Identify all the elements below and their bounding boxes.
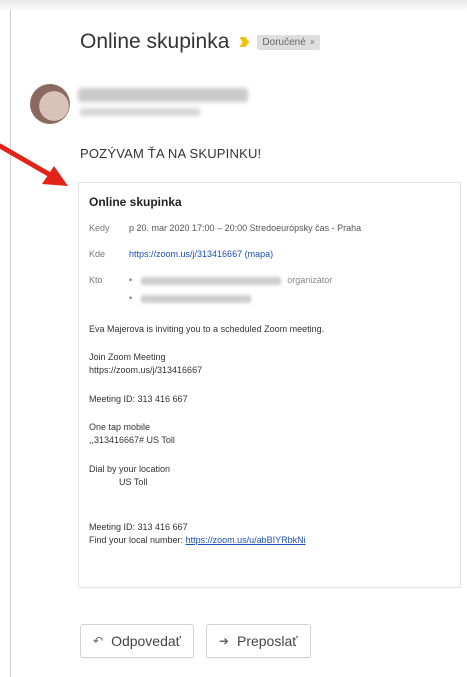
one-tap-number: ,,313416667# US Toll xyxy=(89,435,175,445)
red-arrow-annotation xyxy=(0,143,68,186)
guest-bullet: • xyxy=(129,275,133,285)
organizer-email-redacted xyxy=(140,276,281,285)
reply-label: Odpovedať xyxy=(111,633,181,649)
top-shadow xyxy=(0,0,467,12)
sender-name-redacted xyxy=(78,88,248,102)
label-chip-text: Doručené xyxy=(262,36,306,48)
label-chip-inbox[interactable]: Doručené × xyxy=(257,34,321,50)
forward-icon: ➜ xyxy=(218,634,229,648)
sender-avatar[interactable] xyxy=(30,84,70,124)
local-number-row: Find your local number: https://zoom.us/… xyxy=(89,534,306,547)
action-buttons: ↶ Odpovedať ➜ Preposlať xyxy=(80,624,311,658)
event-zoom-link[interactable]: https://zoom.us/j/313416667 xyxy=(129,249,242,259)
meeting-id-2: Meeting ID: 313 416 667 xyxy=(89,522,188,532)
event-when-row: Kedy p 20. mar 2020 17:00 – 20:00 Stredo… xyxy=(89,223,361,233)
important-marker-icon[interactable] xyxy=(239,37,250,47)
local-number-label: Find your local number: xyxy=(89,535,184,545)
event-invite-card: Online skupinka Kedy p 20. mar 2020 17:0… xyxy=(78,182,461,588)
guest-bullet-2: • xyxy=(129,293,133,303)
meeting-id: Meeting ID: 313 416 667 xyxy=(89,394,188,404)
email-subject: Online skupinka xyxy=(80,30,230,53)
join-link[interactable]: https://zoom.us/j/313416667 xyxy=(89,364,202,377)
forward-button[interactable]: ➜ Preposlať xyxy=(205,624,311,658)
guest-email-redacted xyxy=(140,294,251,303)
dial-us-toll: US Toll xyxy=(119,477,148,487)
event-maps-link[interactable]: (mapa) xyxy=(245,249,274,259)
event-where-row: Kde https://zoom.us/j/313416667 (mapa) xyxy=(89,249,273,259)
event-who-key: Kto xyxy=(89,275,103,285)
email-header: Online skupinka Doručené × xyxy=(80,30,321,54)
event-title: Online skupinka xyxy=(89,195,182,209)
invite-heading: POZÝVAM ŤA NA SKUPINKU! xyxy=(80,146,262,161)
reply-button[interactable]: ↶ Odpovedať xyxy=(80,624,194,658)
recipient-redacted xyxy=(80,108,200,116)
event-when-value: p 20. mar 2020 17:00 – 20:00 Stredoeuróp… xyxy=(129,223,362,233)
organizer-tag: organizátor xyxy=(287,275,333,285)
event-guest-row: • xyxy=(129,293,251,303)
reply-icon: ↶ xyxy=(93,634,104,648)
forward-label: Preposlať xyxy=(236,633,298,649)
join-heading: Join Zoom Meeting xyxy=(89,352,166,362)
local-number-link[interactable]: https://zoom.us/u/abBIYRbkNi xyxy=(186,535,306,545)
event-who-row: Kto • organizátor xyxy=(89,275,332,285)
left-border xyxy=(10,10,11,677)
event-where-key: Kde xyxy=(89,249,106,259)
label-remove-icon[interactable]: × xyxy=(310,37,315,47)
event-when-key: Kedy xyxy=(89,223,110,233)
one-tap-heading: One tap mobile xyxy=(89,422,151,432)
dial-heading: Dial by your location xyxy=(89,464,171,474)
invite-text: Eva Majerova is inviting you to a schedu… xyxy=(89,324,325,334)
